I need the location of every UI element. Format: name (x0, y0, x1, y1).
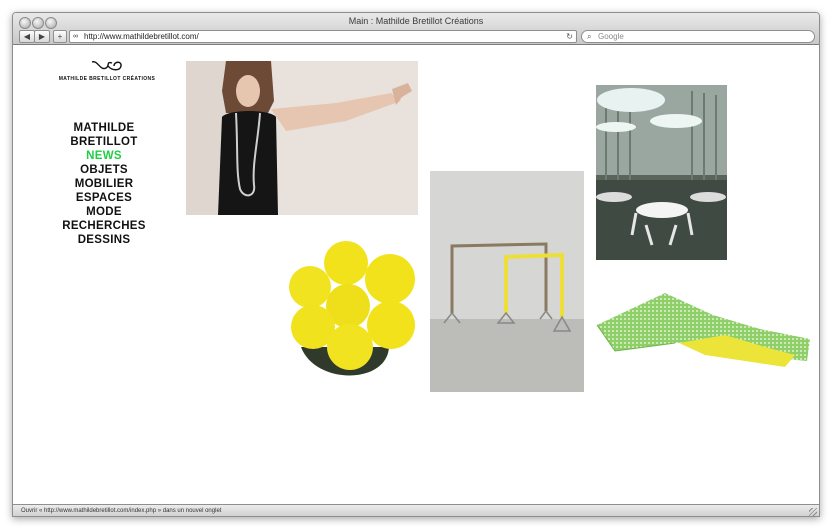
nav-item-mathilde-bretillot[interactable]: MATHILDE BRETILLOT (39, 121, 169, 149)
photo-coat-rack[interactable] (430, 171, 584, 392)
nav-item-espaces[interactable]: ESPACES (39, 191, 169, 205)
forward-arrow-icon: ▶ (38, 32, 46, 41)
photo-woman-necklace[interactable] (186, 61, 418, 215)
logo-mark-icon (91, 61, 122, 71)
nav-item-objets[interactable]: OBJETS (39, 163, 169, 177)
add-bookmark-button[interactable]: + (53, 30, 67, 43)
status-bar: Ouvrir « http://www.mathildebretillot.co… (13, 504, 819, 516)
reload-icon[interactable]: ↻ (566, 31, 573, 42)
window-title: Main : Mathilde Bretillot Créations (348, 16, 484, 26)
photo-yellow-flower-object[interactable] (283, 235, 423, 385)
site-logo[interactable]: MATHILDE BRETILLOT CRÉATIONS (57, 59, 157, 82)
nav-item-recherches[interactable]: RECHERCHES (39, 219, 169, 233)
address-input[interactable]: http://www.mathildebretillot.com/ (84, 31, 199, 42)
nav-item-dessins[interactable]: DESSINS (39, 233, 169, 247)
browser-window: Main : Mathilde Bretillot Créations ◀ ▶ … (12, 12, 820, 517)
nav-item-news[interactable]: NEWS (39, 149, 169, 163)
resize-grip-icon[interactable] (809, 508, 817, 516)
forward-button[interactable]: ▶ (34, 30, 50, 43)
photo-restaurant-interior[interactable] (596, 85, 727, 260)
logo-text: MATHILDE BRETILLOT CRÉATIONS (58, 76, 156, 82)
search-bar[interactable]: ⌕ Google (581, 30, 815, 43)
title-bar: Main : Mathilde Bretillot Créations ◀ ▶ … (13, 13, 819, 45)
address-bar[interactable]: ∞ http://www.mathildebretillot.com/ ↻ (69, 30, 577, 43)
back-arrow-icon: ◀ (23, 32, 31, 41)
search-icon: ⌕ (587, 32, 592, 41)
search-input[interactable]: Google (598, 31, 624, 42)
main-navigation: MATHILDE BRETILLOT NEWS OBJETS MOBILIER … (39, 121, 169, 247)
site-favicon-icon: ∞ (73, 33, 78, 40)
photo-green-mesh-chaise[interactable] (595, 285, 815, 381)
page-content: MATHILDE BRETILLOT CRÉATIONS MATHILDE BR… (13, 45, 819, 505)
nav-item-mobilier[interactable]: MOBILIER (39, 177, 169, 191)
back-button[interactable]: ◀ (19, 30, 35, 43)
nav-item-mode[interactable]: MODE (39, 205, 169, 219)
status-text: Ouvrir « http://www.mathildebretillot.co… (21, 508, 222, 514)
